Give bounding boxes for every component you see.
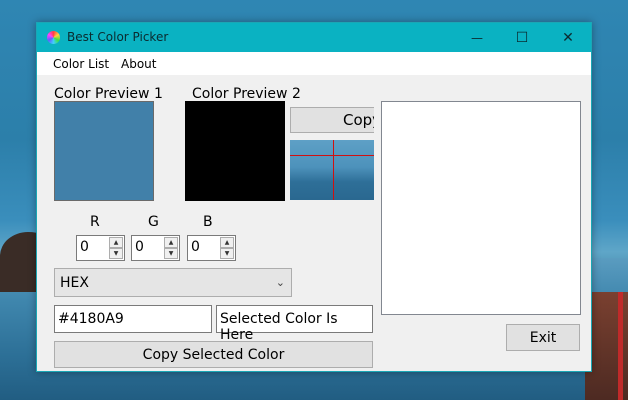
- app-window: Best Color Picker — ☐ ✕ Color List About…: [36, 22, 592, 372]
- exit-button[interactable]: Exit: [506, 324, 580, 351]
- blue-label: B: [203, 214, 213, 230]
- minimize-button[interactable]: —: [454, 23, 500, 52]
- crosshair-vertical: [333, 140, 334, 200]
- format-select[interactable]: HEX ⌄: [54, 268, 292, 297]
- red-spinner-arrows: ▲ ▼: [109, 237, 123, 259]
- color-preview-2-label: Color Preview 2: [192, 86, 301, 102]
- red-spinner[interactable]: 0 ▲ ▼: [76, 235, 125, 261]
- hex-field-value: #4180A9: [58, 311, 124, 327]
- blue-spinner[interactable]: 0 ▲ ▼: [187, 235, 236, 261]
- green-increment-icon[interactable]: ▲: [164, 237, 178, 248]
- hex-field[interactable]: #4180A9: [54, 305, 212, 333]
- red-value[interactable]: 0: [80, 239, 89, 255]
- copy-selected-color-button[interactable]: Copy Selected Color: [54, 341, 373, 368]
- green-spinner[interactable]: 0 ▲ ▼: [131, 235, 180, 261]
- desktop-post: [618, 292, 623, 400]
- green-decrement-icon[interactable]: ▼: [164, 248, 178, 259]
- blue-increment-icon[interactable]: ▲: [220, 237, 234, 248]
- copy-button[interactable]: Copy: [290, 107, 374, 133]
- selected-color-field-value: Selected Color Is Here: [220, 311, 338, 343]
- green-spinner-arrows: ▲ ▼: [164, 237, 178, 259]
- minimize-icon: —: [471, 30, 483, 45]
- close-icon: ✕: [562, 29, 574, 46]
- blue-spinner-arrows: ▲ ▼: [220, 237, 234, 259]
- magnifier-view: [290, 140, 374, 200]
- color-preview-1-swatch: [54, 101, 154, 201]
- color-list-panel[interactable]: [381, 101, 581, 315]
- close-button[interactable]: ✕: [545, 23, 591, 52]
- blue-decrement-icon[interactable]: ▼: [220, 248, 234, 259]
- menu-color-list[interactable]: Color List: [53, 57, 109, 71]
- maximize-icon: ☐: [515, 29, 529, 46]
- color-preview-2-swatch: [185, 101, 285, 201]
- selected-color-field[interactable]: Selected Color Is Here: [216, 305, 373, 343]
- crosshair-horizontal: [290, 155, 374, 156]
- title-bar[interactable]: Best Color Picker — ☐ ✕: [37, 23, 591, 52]
- format-select-value: HEX: [60, 275, 89, 291]
- maximize-button[interactable]: ☐: [499, 23, 545, 52]
- copy-button-clip: Copy: [290, 107, 374, 133]
- blue-value[interactable]: 0: [191, 239, 200, 255]
- green-label: G: [148, 214, 159, 230]
- red-decrement-icon[interactable]: ▼: [109, 248, 123, 259]
- window-title: Best Color Picker: [67, 30, 169, 44]
- chevron-down-icon: ⌄: [275, 276, 285, 289]
- color-preview-1-label: Color Preview 1: [54, 86, 163, 102]
- menu-bar: Color List About: [37, 52, 591, 75]
- color-wheel-icon: [47, 31, 60, 44]
- green-value[interactable]: 0: [135, 239, 144, 255]
- red-increment-icon[interactable]: ▲: [109, 237, 123, 248]
- menu-about[interactable]: About: [121, 57, 156, 71]
- red-label: R: [90, 214, 100, 230]
